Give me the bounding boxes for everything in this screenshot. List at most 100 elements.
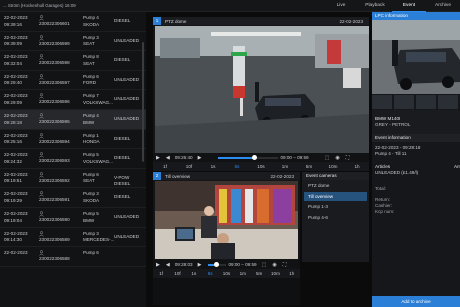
zoom-step[interactable]: 10f <box>169 271 185 276</box>
zoom-step[interactable]: 5m <box>251 271 267 276</box>
zoom-step[interactable]: 1m <box>273 164 297 169</box>
list-scrollbar[interactable] <box>142 42 144 162</box>
camera-icon[interactable]: ◉ <box>272 262 276 268</box>
zoom-step[interactable]: 1s <box>186 271 202 276</box>
playback-time: 09:28:03 <box>174 262 193 267</box>
event-brand: BMW <box>83 217 95 223</box>
panel-title: PTZ dome <box>165 18 187 24</box>
zoom-step[interactable]: 1h <box>345 164 369 169</box>
export-icon[interactable]: ⬚ <box>325 155 330 161</box>
event-row[interactable]: 22-02-2023 230022306588 Pump 6 <box>0 247 146 267</box>
tab-live[interactable]: Live <box>324 0 358 12</box>
event-time: 09:39:09 <box>4 41 22 47</box>
zoom-step[interactable]: 5s <box>202 271 218 276</box>
event-row[interactable]: 22-02-2023 09:39:09 230022306599 Pump 3 … <box>0 32 146 52</box>
zoom-step[interactable]: 10m <box>267 271 283 276</box>
event-time: 09:25:16 <box>4 139 22 145</box>
event-pump-cell: Pump 6 SEAT <box>83 172 114 185</box>
thumbnail[interactable] <box>394 95 414 109</box>
event-row[interactable]: 22-02-2023 09:24:32 230022306593 Pump 5 … <box>0 149 146 169</box>
zoom-step[interactable]: 1f <box>153 164 177 169</box>
event-camera-item[interactable]: Pump 4-6 <box>304 213 367 223</box>
top-bar: ... Ström (Hockenhull Garages) 16:09 Liv… <box>0 0 460 12</box>
event-camera-item[interactable]: Pump 1-3 <box>304 202 367 212</box>
event-datetime: 22-02-2023 09:32:04 <box>4 54 36 67</box>
event-id-cell: 230022306594 <box>36 132 83 146</box>
event-datetime: 22-02-2023 09:28:18 <box>4 113 36 126</box>
event-id-cell: 230022306595 <box>36 113 83 126</box>
zoom-step[interactable]: 10s <box>249 164 273 169</box>
event-id: 230022306599 <box>39 40 70 46</box>
event-datetime: 22-02-2023 <box>4 250 36 257</box>
step-back-icon[interactable]: ◀ <box>166 262 170 268</box>
zoom-step[interactable]: 1f <box>153 271 169 276</box>
panel-header: 2 Till overview 22-02-2023 <box>153 172 300 180</box>
step-forward-icon[interactable]: ▶ <box>198 155 202 161</box>
event-datetime: 22-02-2023 09:29:40 <box>4 74 36 87</box>
event-pump-cell: Pump 5 VOLKSWAG... <box>83 152 114 165</box>
event-row[interactable]: 22-02-2023 09:25:16 230022306594 Pump 1 … <box>0 130 146 150</box>
zoom-step[interactable]: 10f <box>177 164 201 169</box>
zoom-step[interactable]: 10s <box>218 271 234 276</box>
export-icon[interactable]: ⬚ <box>262 262 267 268</box>
event-id: 230022306601 <box>39 21 70 26</box>
step-back-icon[interactable]: ◀ <box>166 155 170 161</box>
tab-event[interactable]: Event <box>392 0 426 12</box>
event-row[interactable]: 22-02-2023 09:39:16 230022306601 Pump 4 … <box>0 12 146 32</box>
lpc-image <box>372 20 460 94</box>
zoom-step[interactable]: 10m <box>321 164 345 169</box>
event-row[interactable]: 22-02-2023 09:29:40 230022306597 Pump 6 … <box>0 71 146 91</box>
event-id: 230022306594 <box>39 138 70 144</box>
event-fuel: UNLEADED <box>114 37 140 43</box>
zoom-step[interactable]: 5s <box>225 164 249 169</box>
fullscreen-icon[interactable]: ⛶ <box>346 155 350 161</box>
event-id-cell: 230022306589 <box>36 230 83 244</box>
event-date: 22-02-2023 <box>4 171 28 177</box>
event-row[interactable]: 22-02-2023 09:28:18 230022306595 Pump 4 … <box>0 109 146 130</box>
play-icon[interactable]: ▶ <box>156 262 160 268</box>
zoom-step[interactable]: 1m <box>235 271 251 276</box>
tab-archive[interactable]: Archive <box>426 0 460 12</box>
zoom-step[interactable]: 5m <box>297 164 321 169</box>
event-pump: Pump 1 <box>83 132 99 138</box>
event-row[interactable]: 22-02-2023 09:19:51 230022306592 Pump 6 … <box>0 169 146 189</box>
event-id: 230022306591 <box>39 197 70 203</box>
tab-playback[interactable]: Playback <box>358 0 392 12</box>
play-icon[interactable]: ▶ <box>156 155 160 161</box>
till-video[interactable] <box>155 181 298 259</box>
ptz-zoom-bar: 1f 10f 1s 5s 10s 1m 5m 10m 1h <box>153 162 369 171</box>
event-datetime: 22-02-2023 09:25:16 <box>4 133 36 146</box>
ptz-video[interactable] <box>155 26 369 153</box>
event-brand: BMW <box>83 119 95 125</box>
playback-scrubber[interactable] <box>218 155 279 160</box>
add-to-archive-button[interactable]: Add to archive <box>372 296 460 307</box>
event-brand: HONDA <box>83 139 100 145</box>
event-time: 09:28:18 <box>4 119 22 125</box>
thumbnail[interactable] <box>438 95 458 109</box>
event-pump-cell: Pump 8 SEAT <box>83 54 114 67</box>
event-fuel: V-POW DIESEL <box>114 174 131 187</box>
event-datetime: 22-02-2023 09:39:09 <box>4 35 36 48</box>
thumbnail[interactable] <box>416 95 436 109</box>
event-row[interactable]: 22-02-2023 09:19:29 230022306591 Pump 3 … <box>0 188 146 208</box>
article-value: UNLEADED (£1.49/l) <box>375 170 419 175</box>
event-row[interactable]: 22-02-2023 09:14:30 230022306589 Pump 3 … <box>0 228 146 248</box>
event-fuel: DIESEL <box>114 155 131 161</box>
event-id: 230022306590 <box>39 216 70 222</box>
step-forward-icon[interactable]: ▶ <box>198 262 202 268</box>
event-fuel: UNLEADED <box>114 115 140 121</box>
event-row[interactable]: 22-02-2023 09:19:04 230022306590 Pump 5 … <box>0 208 146 228</box>
thumbnail[interactable] <box>372 95 392 109</box>
camera-icon[interactable]: ◉ <box>335 155 339 161</box>
zoom-step[interactable]: 1h <box>284 271 300 276</box>
scrubber-knob[interactable] <box>252 155 258 160</box>
scrubber-knob[interactable] <box>214 262 220 267</box>
event-row[interactable]: 22-02-2023 09:32:04 230022306598 Pump 8 … <box>0 51 146 71</box>
zoom-step[interactable]: 1s <box>201 164 225 169</box>
fullscreen-icon[interactable]: ⛶ <box>283 262 287 268</box>
event-id-cell: 230022306598 <box>36 54 83 67</box>
event-row[interactable]: 22-02-2023 09:29:09 230022306596 Pump 7 … <box>0 90 146 110</box>
event-camera-item[interactable]: Till overview <box>304 191 367 201</box>
playback-scrubber[interactable] <box>208 262 227 267</box>
event-camera-item[interactable]: PTZ dome <box>304 181 367 191</box>
